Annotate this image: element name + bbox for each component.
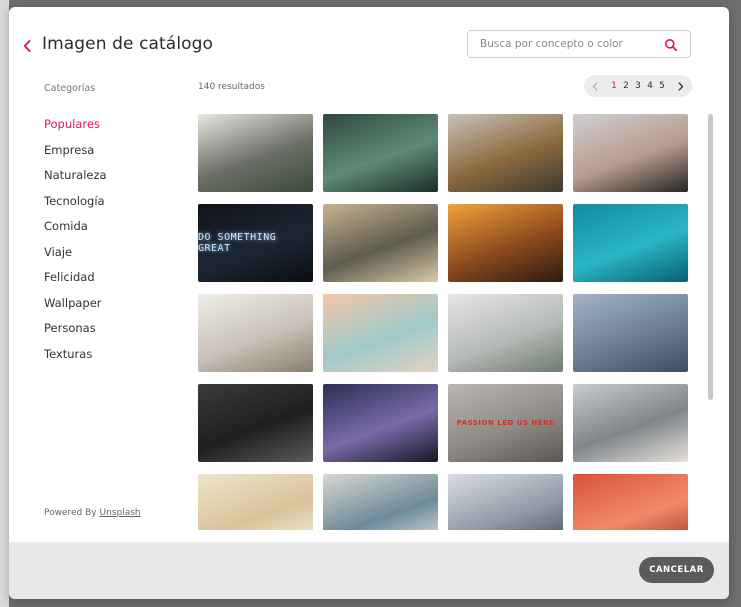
page-button[interactable]: 4 — [644, 81, 656, 91]
category-item[interactable]: Empresa — [44, 143, 107, 169]
workspace-monitor-image[interactable] — [448, 294, 563, 372]
powered-by-label: Powered By — [44, 508, 97, 518]
category-item[interactable]: Personas — [44, 321, 107, 347]
scrollbar-thumb[interactable] — [708, 114, 713, 400]
image-caption: DO SOMETHING GREAT — [198, 232, 277, 254]
milky-way-image[interactable] — [323, 384, 438, 462]
image-caption: PASSION LED US HERE — [456, 419, 555, 427]
category-item[interactable]: Viaje — [44, 245, 107, 271]
search-icon[interactable] — [664, 38, 678, 52]
writing-notebook-image[interactable] — [198, 294, 313, 372]
dandelion-image[interactable] — [198, 474, 313, 530]
beach-sunset-image[interactable] — [323, 294, 438, 372]
backdrop — [0, 0, 9, 607]
results-count: 140 resultados — [198, 82, 265, 92]
teal-bokeh-image[interactable] — [573, 204, 688, 282]
image-grid: DO SOMETHING GREAT PASSION LED US HERE — [196, 114, 688, 530]
laptop-meeting-image[interactable] — [573, 384, 688, 462]
succulents-image[interactable] — [323, 114, 438, 192]
passion-led-us-here-image[interactable]: PASSION LED US HERE — [448, 384, 563, 462]
category-item[interactable]: Populares — [44, 117, 107, 143]
chevron-right-icon — [678, 81, 684, 91]
categories-list: Populares Empresa Naturaleza Tecnología Comi… — [44, 117, 107, 372]
laptop-desk-image[interactable] — [198, 114, 313, 192]
team-desk-image[interactable] — [323, 474, 438, 530]
chevron-left-icon — [592, 81, 598, 91]
category-item[interactable]: Tecnología — [44, 194, 107, 220]
neon-sign-image[interactable]: DO SOMETHING GREAT — [198, 204, 313, 282]
page-button[interactable]: 1 — [608, 81, 620, 91]
dinner-table-image[interactable] — [448, 114, 563, 192]
page-button[interactable]: 2 — [620, 81, 632, 91]
category-item[interactable]: Felicidad — [44, 270, 107, 296]
page-button[interactable]: 5 — [656, 81, 668, 91]
red-smoke-image[interactable] — [573, 474, 688, 530]
search-box[interactable] — [467, 30, 691, 58]
category-item[interactable]: Naturaleza — [44, 168, 107, 194]
modal-footer — [9, 542, 729, 599]
chevron-left-icon — [23, 40, 31, 52]
back-button[interactable] — [20, 36, 34, 56]
heart-sunset-image[interactable] — [448, 204, 563, 282]
powered-by: Powered By Unsplash — [44, 508, 141, 518]
black-desk-image[interactable] — [198, 384, 313, 462]
catalog-image-modal: Imagen de catálogo Categorías PopularesE… — [9, 7, 729, 599]
categories-heading: Categorías — [44, 83, 96, 94]
pagination: 12345 — [584, 75, 692, 97]
cancel-button[interactable]: CANCELAR — [639, 557, 714, 583]
page-button[interactable]: 3 — [632, 81, 644, 91]
misty-mountains-image[interactable] — [573, 294, 688, 372]
modal-title: Imagen de catálogo — [42, 34, 214, 54]
typewriter-image[interactable] — [323, 204, 438, 282]
portrait-man-image[interactable] — [573, 114, 688, 192]
snowy-peaks-image[interactable] — [448, 474, 563, 530]
category-item[interactable]: Texturas — [44, 347, 107, 373]
search-input[interactable] — [478, 37, 662, 51]
prev-page-button[interactable] — [590, 81, 600, 91]
category-item[interactable]: Comida — [44, 219, 107, 245]
category-item[interactable]: Wallpaper — [44, 296, 107, 322]
next-page-button[interactable] — [676, 81, 686, 91]
unsplash-link[interactable]: Unsplash — [100, 508, 141, 518]
scrollbar[interactable] — [708, 114, 713, 530]
